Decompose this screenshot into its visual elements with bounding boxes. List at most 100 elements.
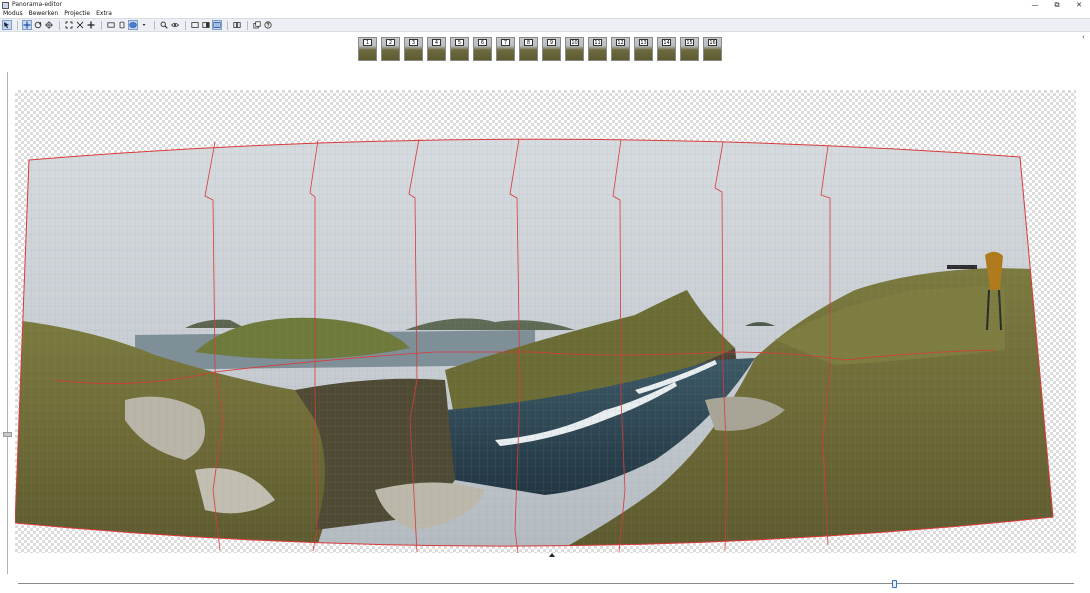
image-thumbnail[interactable]: 9 xyxy=(542,37,561,61)
close-button[interactable]: ✕ xyxy=(1068,0,1090,10)
shrink-button[interactable] xyxy=(75,20,85,30)
window-title: Panorama-editor xyxy=(12,1,62,8)
toolbar-separator xyxy=(59,20,60,30)
image-thumbnail[interactable]: 11 xyxy=(588,37,607,61)
crosshair-icon xyxy=(45,21,53,29)
layers-icon xyxy=(253,21,261,29)
preview-button[interactable] xyxy=(170,20,180,30)
rectilinear-button[interactable] xyxy=(106,20,116,30)
compare-button[interactable] xyxy=(232,20,242,30)
fit-button[interactable] xyxy=(64,20,74,30)
image-thumbnail[interactable]: 7 xyxy=(496,37,515,61)
help-icon xyxy=(264,21,272,29)
compare-icon xyxy=(233,22,241,28)
image-thumbnail[interactable]: 2 xyxy=(381,37,400,61)
image-thumbnail[interactable]: 16 xyxy=(703,37,722,61)
toolbar-separator xyxy=(17,20,18,30)
pan-slider-thumb[interactable] xyxy=(892,580,898,588)
app-icon xyxy=(2,1,9,9)
layers-button[interactable] xyxy=(252,20,262,30)
center-marker-icon[interactable] xyxy=(549,553,555,557)
thumbnail-number: 8 xyxy=(524,39,533,46)
panorama-preview[interactable] xyxy=(15,90,1076,553)
window-controls: — ⧉ ✕ xyxy=(1024,0,1090,10)
panorama-editor-area[interactable] xyxy=(0,66,1090,576)
image-thumbnail[interactable]: 4 xyxy=(427,37,446,61)
stitched-panorama xyxy=(15,139,1053,547)
sphere-icon xyxy=(129,22,137,28)
center-icon xyxy=(87,21,95,29)
select-arrow-icon xyxy=(4,22,9,29)
crop-tool-button[interactable] xyxy=(44,20,54,30)
image-thumbnail[interactable]: 3 xyxy=(404,37,423,61)
eye-icon xyxy=(171,22,179,28)
maximize-button[interactable]: ⧉ xyxy=(1046,0,1068,10)
toolbar-separator xyxy=(101,20,102,30)
toolbar-separator xyxy=(247,20,248,30)
center-button[interactable] xyxy=(86,20,96,30)
grid-icon xyxy=(213,22,221,28)
thumbnail-number: 15 xyxy=(685,39,694,46)
menu-bar: Modus Bewerken Projectie Extra xyxy=(0,10,1090,18)
thumbnail-number: 6 xyxy=(478,39,487,46)
image-thumbnail[interactable]: 5 xyxy=(450,37,469,61)
zoom-icon xyxy=(160,21,168,29)
toolbar-separator xyxy=(154,20,155,30)
image-thumbnail[interactable]: 6 xyxy=(473,37,492,61)
shrink-icon xyxy=(76,21,84,29)
image-thumbnail[interactable]: 13 xyxy=(634,37,653,61)
image-thumbnail[interactable]: 15 xyxy=(680,37,699,61)
image-thumbnail[interactable]: 10 xyxy=(565,37,584,61)
thumbnail-number: 3 xyxy=(409,39,418,46)
thumbnail-number: 9 xyxy=(547,39,556,46)
toolbar-separator xyxy=(185,20,186,30)
cylinder-icon xyxy=(119,21,125,29)
spherical-button[interactable] xyxy=(128,20,138,30)
cylindrical-button[interactable] xyxy=(117,20,127,30)
minimize-button[interactable]: — xyxy=(1024,0,1046,10)
select-tool-button[interactable] xyxy=(2,20,12,30)
panorama-canvas[interactable] xyxy=(15,90,1076,553)
image-thumbnail[interactable]: 8 xyxy=(519,37,538,61)
thumbnail-number: 11 xyxy=(593,39,602,46)
thumbnail-number: 13 xyxy=(639,39,648,46)
single-view-icon xyxy=(191,22,199,28)
rectangle-icon xyxy=(107,22,115,28)
single-view-button[interactable] xyxy=(190,20,200,30)
menu-modus[interactable]: Modus xyxy=(0,10,26,18)
thumbnail-number: 14 xyxy=(662,39,671,46)
menu-bewerken[interactable]: Bewerken xyxy=(26,10,62,18)
fit-icon xyxy=(65,21,73,29)
menu-extra[interactable]: Extra xyxy=(93,10,115,18)
zoom-button[interactable] xyxy=(159,20,169,30)
toolbar-separator xyxy=(227,20,228,30)
horizon-handle[interactable] xyxy=(3,432,12,437)
pan-slider-track[interactable] xyxy=(18,583,1074,584)
move-tool-button[interactable] xyxy=(22,20,32,30)
title-bar: Panorama-editor — ⧉ ✕ xyxy=(0,0,1090,10)
image-thumbnail[interactable]: 14 xyxy=(657,37,676,61)
help-button[interactable] xyxy=(263,20,273,30)
rotate-tool-button[interactable] xyxy=(33,20,43,30)
split-view-button[interactable] xyxy=(201,20,211,30)
thumbnail-number: 10 xyxy=(570,39,579,46)
projection-dropdown[interactable] xyxy=(139,20,149,30)
thumbnail-number: 1 xyxy=(363,39,372,46)
thumbnail-number: 12 xyxy=(616,39,625,46)
image-thumbnail[interactable]: 12 xyxy=(611,37,630,61)
image-thumbnail-strip: 1 2 3 4 5 6 7 8 9 10 11 12 13 14 15 16 xyxy=(0,33,1080,66)
thumbnail-number: 16 xyxy=(708,39,717,46)
thumbnail-number: 7 xyxy=(501,39,510,46)
vertical-guide xyxy=(7,72,8,574)
chevron-down-icon xyxy=(142,24,146,26)
toolbar xyxy=(0,18,1090,32)
image-thumbnail[interactable]: 1 xyxy=(358,37,377,61)
menu-projectie[interactable]: Projectie xyxy=(61,10,93,18)
rotate-icon xyxy=(34,21,42,29)
move-icon xyxy=(23,21,31,29)
thumbnail-number: 2 xyxy=(386,39,395,46)
thumbnail-number: 4 xyxy=(432,39,441,46)
grid-overlay-button[interactable] xyxy=(212,20,222,30)
thumbnail-number: 5 xyxy=(455,39,464,46)
chevron-left-icon[interactable]: ‹ xyxy=(1082,33,1088,41)
